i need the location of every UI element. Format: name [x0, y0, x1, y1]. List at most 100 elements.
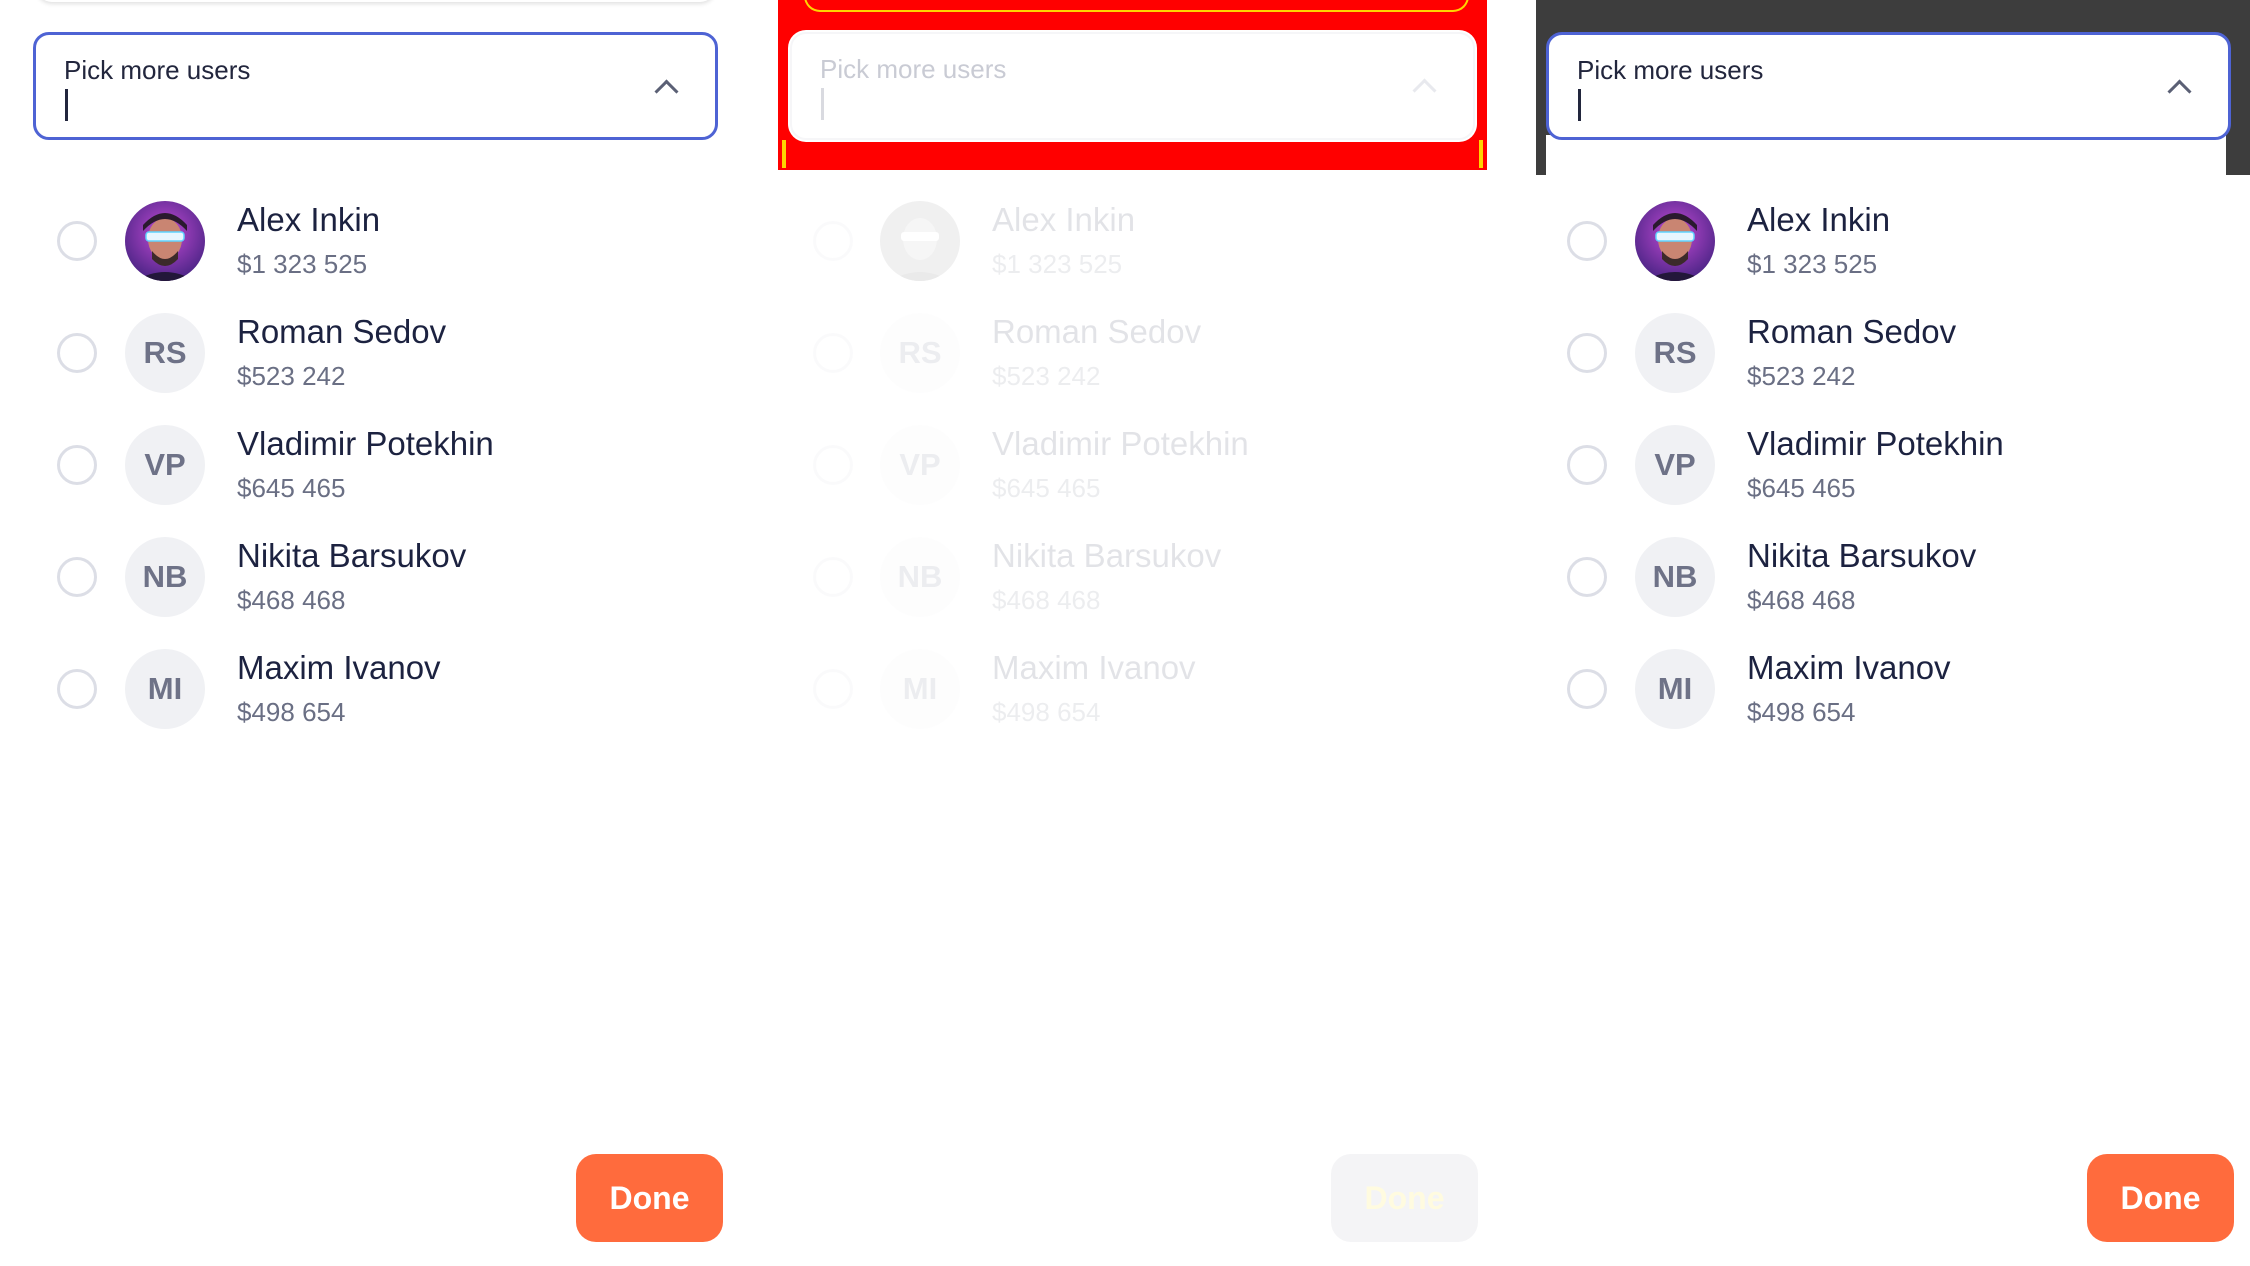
avatar-initials: RS [125, 313, 205, 393]
avatar-photo [1635, 201, 1715, 281]
radio-unchecked-icon[interactable] [57, 221, 97, 261]
user-amount: $498 654 [1747, 697, 1856, 727]
select-label: Pick more users [64, 55, 251, 85]
sheet-top [1546, 135, 2226, 195]
user-row[interactable]: RS Roman Sedov $523 242 [756, 305, 1536, 417]
avatar-initials: MI [125, 649, 205, 729]
user-amount: $523 242 [237, 361, 346, 391]
avatar-initials: NB [880, 537, 960, 617]
user-row[interactable]: VP Vladimir Potekhin $645 465 [0, 417, 756, 529]
avatar-initials: VP [1635, 425, 1715, 505]
radio-unchecked-icon[interactable] [57, 445, 97, 485]
user-row[interactable]: NB Nikita Barsukov $468 468 [756, 529, 1536, 641]
avatar-initials: VP [880, 425, 960, 505]
radio-unchecked-icon[interactable] [813, 445, 853, 485]
portrait-icon [880, 201, 960, 281]
user-name: Maxim Ivanov [1747, 649, 1951, 686]
avatar-initials: VP [125, 425, 205, 505]
header-rail-right [1479, 140, 1483, 168]
header-rail-left [782, 140, 786, 168]
user-name: Alex Inkin [992, 201, 1136, 238]
user-name: Roman Sedov [1747, 313, 1957, 350]
radio-unchecked-icon[interactable] [813, 221, 853, 261]
done-button[interactable]: Done [1331, 1154, 1478, 1242]
user-row[interactable]: NB Nikita Barsukov $468 468 [1536, 529, 2250, 641]
panel-light: Pick more users Alex Inkin $1 323 525 RS… [0, 0, 756, 1266]
user-row[interactable]: MI Maxim Ivanov $498 654 [0, 641, 756, 753]
chevron-up-icon[interactable] [2167, 79, 2192, 104]
user-amount: $468 468 [992, 585, 1101, 615]
done-button[interactable]: Done [576, 1154, 723, 1242]
user-amount: $523 242 [992, 361, 1101, 391]
user-row[interactable]: RS Roman Sedov $523 242 [1536, 305, 2250, 417]
user-name: Roman Sedov [992, 313, 1202, 350]
user-row[interactable]: Alex Inkin $1 323 525 [756, 193, 1536, 305]
user-name: Vladimir Potekhin [992, 425, 1249, 462]
user-select-field[interactable]: Pick more users [33, 32, 718, 140]
panel-dark-header: Pick more users Alex Inkin $1 323 525 RS… [1536, 0, 2250, 1266]
user-name: Nikita Barsukov [237, 537, 467, 574]
radio-unchecked-icon[interactable] [1567, 557, 1607, 597]
radio-unchecked-icon[interactable] [813, 557, 853, 597]
avatar-initials: NB [125, 537, 205, 617]
panel-faded: Pick more users Alex Inkin $1 323 525 RS… [756, 0, 1536, 1266]
user-select-field[interactable]: Pick more users [1546, 32, 2231, 140]
user-row[interactable]: MI Maxim Ivanov $498 654 [1536, 641, 2250, 753]
user-row[interactable]: Alex Inkin $1 323 525 [0, 193, 756, 305]
radio-unchecked-icon[interactable] [813, 669, 853, 709]
avatar-initials: MI [1635, 649, 1715, 729]
user-row[interactable]: RS Roman Sedov $523 242 [0, 305, 756, 417]
user-amount: $468 468 [1747, 585, 1856, 615]
user-amount: $1 323 525 [1747, 249, 1878, 279]
user-name: Maxim Ivanov [237, 649, 441, 686]
user-amount: $645 465 [992, 473, 1101, 503]
screenshot-stage: Pick more users Alex Inkin $1 323 525 RS… [0, 0, 2250, 1266]
user-amount: $523 242 [1747, 361, 1856, 391]
user-amount: $498 654 [237, 697, 346, 727]
avatar-photo [880, 201, 960, 281]
portrait-icon [1635, 201, 1715, 281]
user-name: Nikita Barsukov [1747, 537, 1977, 574]
user-name: Maxim Ivanov [992, 649, 1196, 686]
header-outline [804, 0, 1469, 12]
user-name: Alex Inkin [1747, 201, 1891, 238]
user-select-field[interactable]: Pick more users [790, 32, 1475, 140]
user-name: Vladimir Potekhin [1747, 425, 2004, 462]
user-amount: $645 465 [237, 473, 346, 503]
user-amount: $645 465 [1747, 473, 1856, 503]
previous-card-edge [36, 0, 716, 2]
chevron-up-icon[interactable] [654, 79, 679, 104]
user-amount: $468 468 [237, 585, 346, 615]
radio-unchecked-icon[interactable] [57, 333, 97, 373]
avatar-initials: RS [880, 313, 960, 393]
user-row[interactable]: VP Vladimir Potekhin $645 465 [756, 417, 1536, 529]
select-label: Pick more users [820, 54, 1007, 84]
user-row[interactable]: NB Nikita Barsukov $468 468 [0, 529, 756, 641]
user-row[interactable]: Alex Inkin $1 323 525 [1536, 193, 2250, 305]
radio-unchecked-icon[interactable] [1567, 221, 1607, 261]
avatar-initials: NB [1635, 537, 1715, 617]
radio-unchecked-icon[interactable] [57, 669, 97, 709]
avatar-photo [125, 201, 205, 281]
avatar-initials: RS [1635, 313, 1715, 393]
user-row[interactable]: VP Vladimir Potekhin $645 465 [1536, 417, 2250, 529]
radio-unchecked-icon[interactable] [1567, 445, 1607, 485]
chevron-up-icon[interactable] [1412, 78, 1437, 103]
user-amount: $1 323 525 [992, 249, 1123, 279]
radio-unchecked-icon[interactable] [57, 557, 97, 597]
radio-unchecked-icon[interactable] [1567, 333, 1607, 373]
user-name: Alex Inkin [237, 201, 381, 238]
done-button[interactable]: Done [2087, 1154, 2234, 1242]
user-row[interactable]: MI Maxim Ivanov $498 654 [756, 641, 1536, 753]
text-caret [65, 89, 68, 121]
text-caret [1578, 89, 1581, 121]
user-amount: $498 654 [992, 697, 1101, 727]
user-name: Roman Sedov [237, 313, 447, 350]
text-caret [821, 88, 824, 120]
user-amount: $1 323 525 [237, 249, 368, 279]
radio-unchecked-icon[interactable] [813, 333, 853, 373]
user-name: Nikita Barsukov [992, 537, 1222, 574]
select-label: Pick more users [1577, 55, 1764, 85]
radio-unchecked-icon[interactable] [1567, 669, 1607, 709]
portrait-icon [125, 201, 205, 281]
